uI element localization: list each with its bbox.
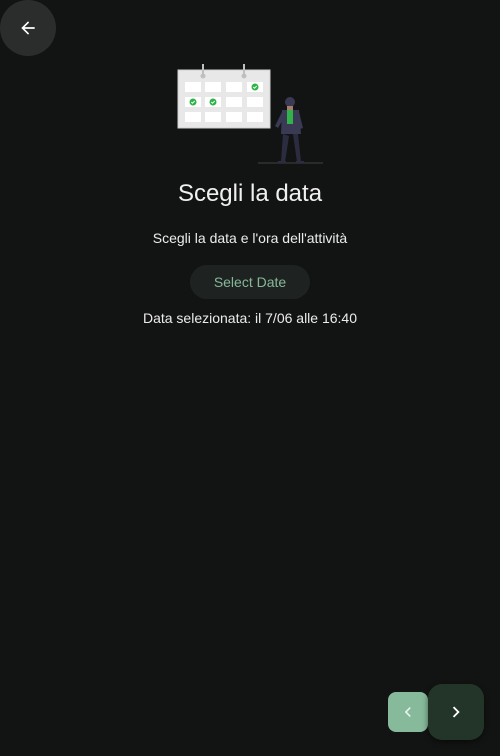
next-button[interactable] [428, 684, 484, 740]
select-date-button[interactable]: Select Date [190, 265, 310, 299]
previous-button[interactable] [388, 692, 428, 732]
chevron-right-icon [452, 706, 460, 718]
calendar-person-illustration [177, 64, 323, 164]
back-button[interactable] [0, 0, 56, 56]
selected-date-text: Data selezionata: il 7/06 alle 16:40 [142, 310, 358, 326]
chevron-left-icon [404, 707, 411, 717]
screen: Scegli la data Scegli la data e l'ora de… [0, 0, 500, 756]
page-subtitle: Scegli la data e l'ora dell'attività [152, 230, 348, 246]
arrow-left-icon [21, 21, 35, 35]
page-title: Scegli la data [177, 180, 323, 207]
